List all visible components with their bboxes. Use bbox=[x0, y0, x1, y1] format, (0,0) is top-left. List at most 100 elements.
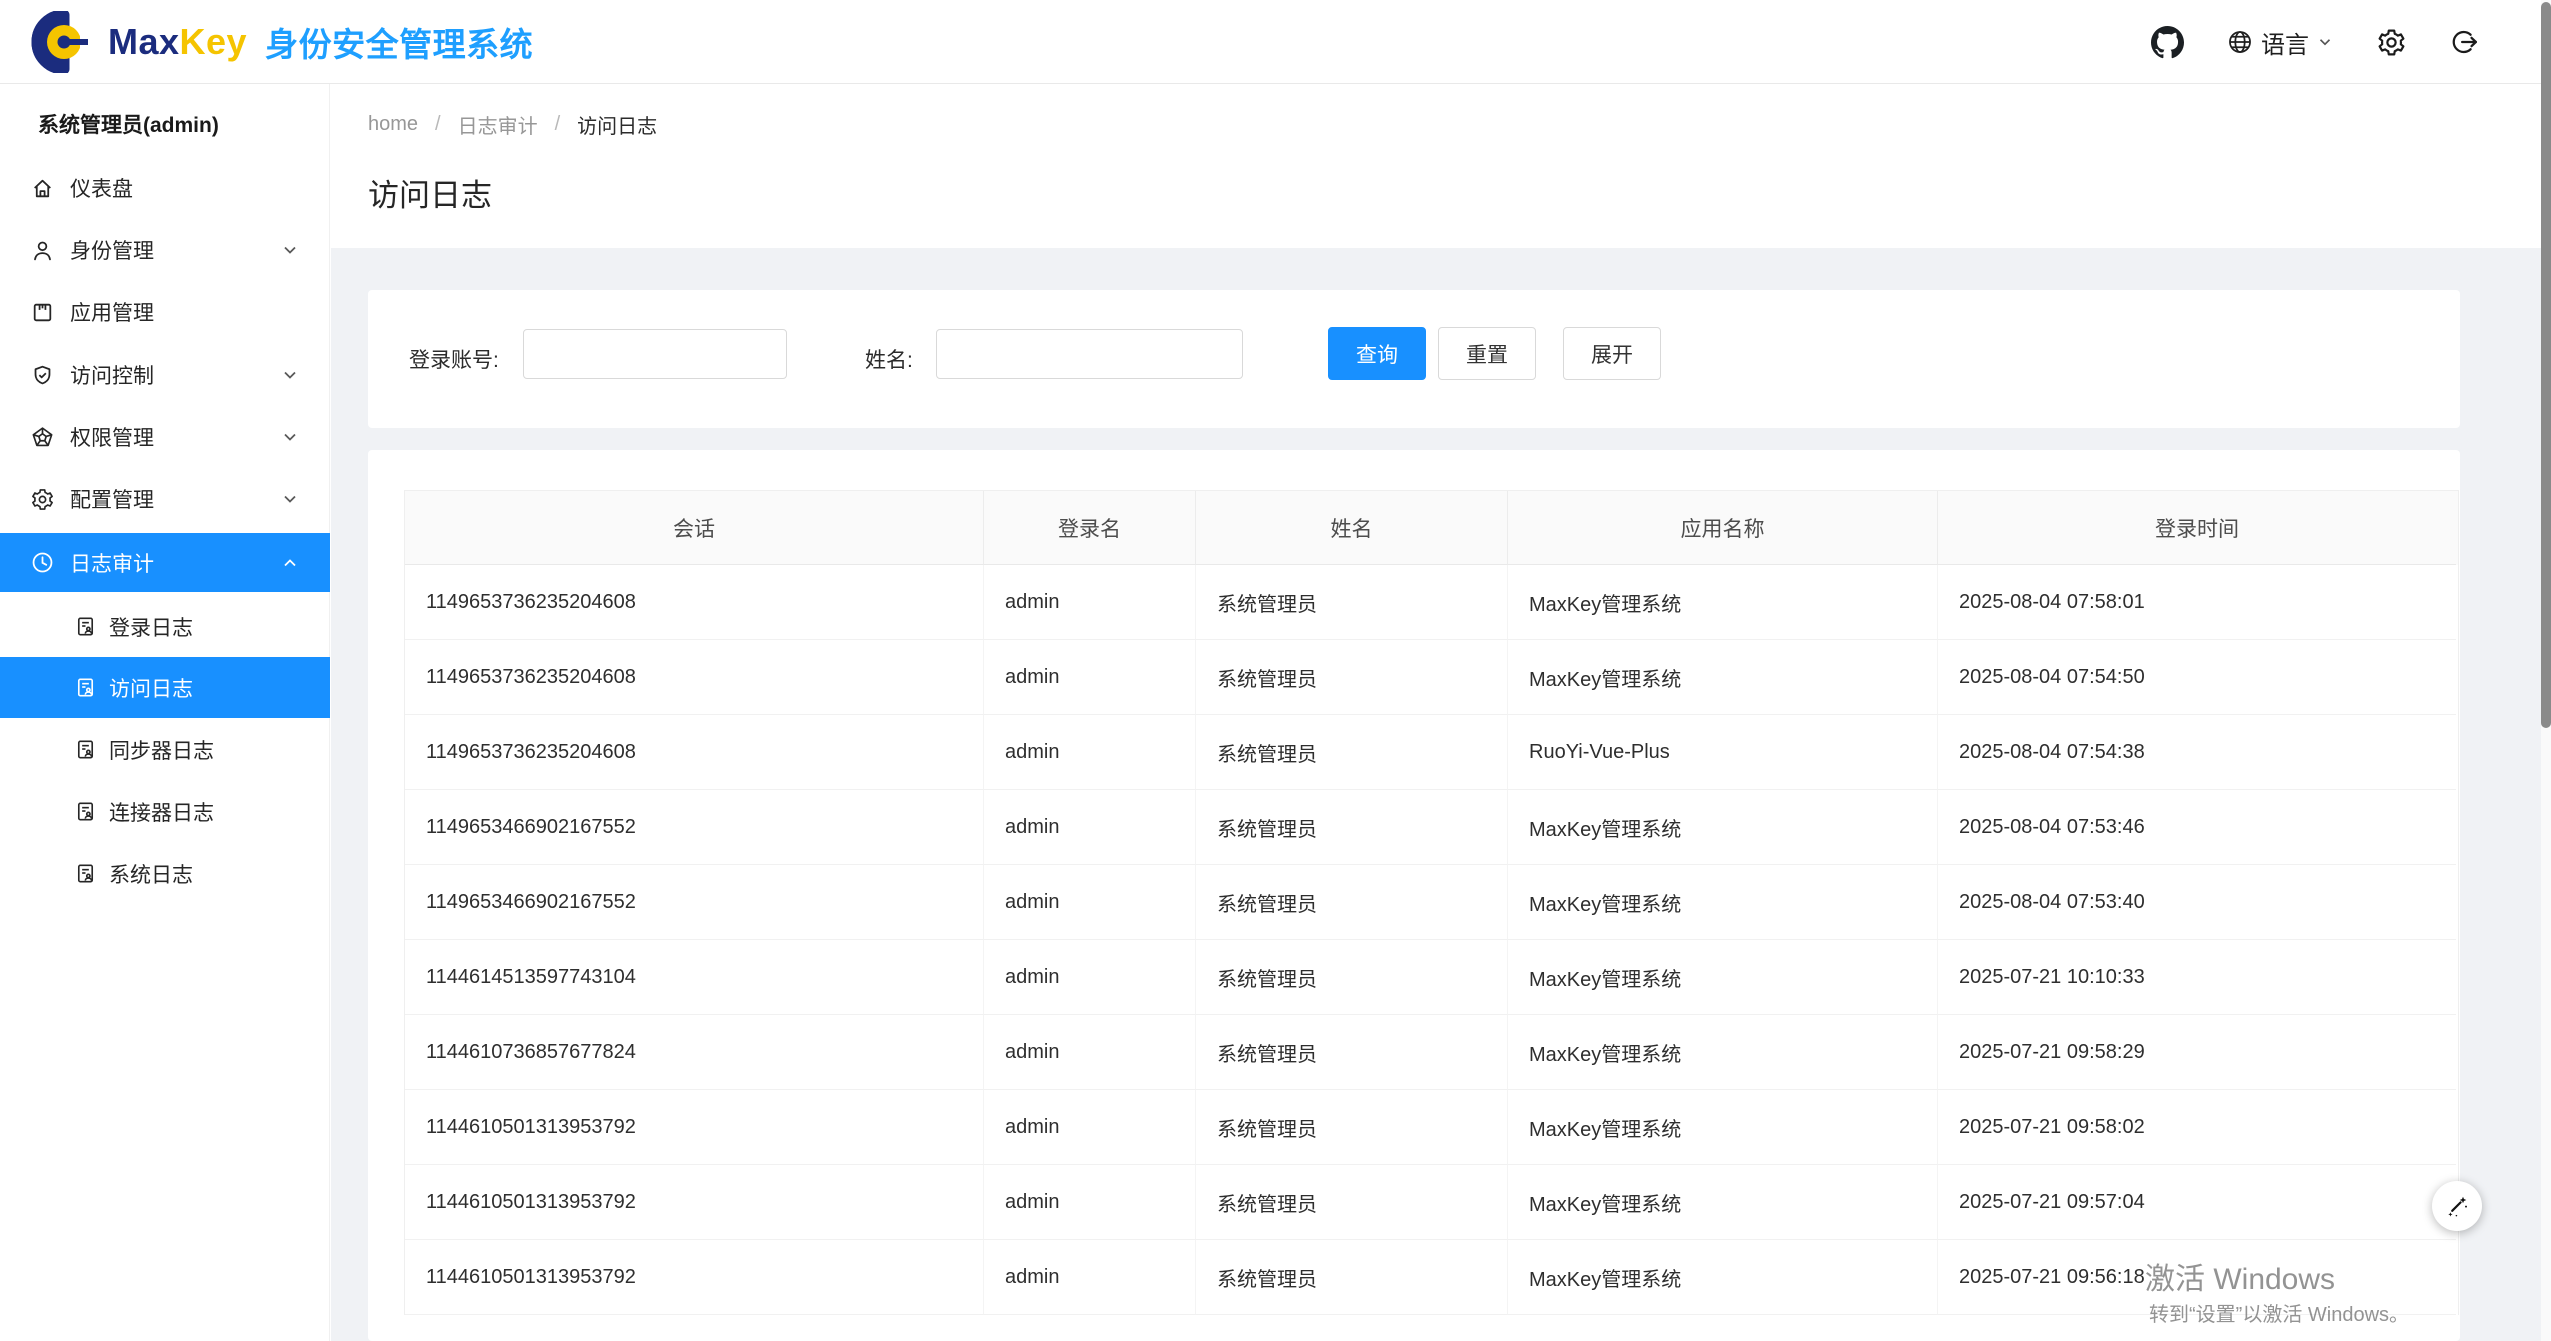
cell-session: 1144610501313953792 bbox=[405, 1240, 984, 1315]
cell-login-name: admin bbox=[984, 1240, 1196, 1315]
sidebar-item-label: 日志审计 bbox=[70, 552, 154, 576]
maxkey-logo-icon bbox=[28, 11, 100, 73]
chevron-up-icon bbox=[284, 558, 296, 566]
sidebar-item-permissions[interactable]: 权限管理 bbox=[0, 406, 330, 468]
expand-button[interactable]: 展开 bbox=[1563, 327, 1661, 380]
globe-icon bbox=[2229, 31, 2251, 53]
sidebar-item-label: 配置管理 bbox=[70, 489, 154, 512]
cell-session: 1149653736235204608 bbox=[405, 715, 984, 790]
table-row: 1144610501313953792 admin 系统管理员 MaxKey管理… bbox=[405, 1240, 2458, 1315]
sidebar-subitem-connector-log[interactable]: 连接器日志 bbox=[0, 781, 330, 842]
sidebar-item-applications[interactable]: 应用管理 bbox=[0, 281, 330, 343]
settings-gear-icon[interactable] bbox=[2376, 27, 2407, 58]
table-row: 1149653736235204608 admin 系统管理员 MaxKey管理… bbox=[405, 565, 2458, 640]
chevron-down-icon bbox=[284, 246, 296, 254]
cell-session: 1149653736235204608 bbox=[405, 640, 984, 715]
cell-app-name: MaxKey管理系统 bbox=[1508, 1015, 1938, 1090]
cell-app-name: MaxKey管理系统 bbox=[1508, 865, 1938, 940]
search-filter-card: 登录账号: 姓名: 查询 重置 展开 bbox=[368, 290, 2460, 428]
table-row: 1149653736235204608 admin 系统管理员 RuoYi-Vu… bbox=[405, 715, 2458, 790]
cell-session: 1149653466902167552 bbox=[405, 865, 984, 940]
breadcrumb: home / 日志审计 / 访问日志 bbox=[368, 110, 657, 139]
table-row: 1144610501313953792 admin 系统管理员 MaxKey管理… bbox=[405, 1165, 2458, 1240]
sidebar-item-label: 访问控制 bbox=[70, 365, 154, 388]
name-input[interactable] bbox=[936, 329, 1243, 379]
cell-name: 系统管理员 bbox=[1196, 1015, 1508, 1090]
cell-login-time: 2025-07-21 10:10:33 bbox=[1938, 940, 2456, 1015]
magic-pen-icon bbox=[2448, 1196, 2467, 1217]
reset-button[interactable]: 重置 bbox=[1438, 327, 1536, 380]
cell-login-name: admin bbox=[984, 565, 1196, 640]
cell-login-name: admin bbox=[984, 940, 1196, 1015]
sidebar-subitem-login-log[interactable]: 登录日志 bbox=[0, 596, 330, 657]
user-icon bbox=[34, 241, 51, 260]
sidebar-item-access-control[interactable]: 访问控制 bbox=[0, 344, 330, 406]
cell-login-name: admin bbox=[984, 640, 1196, 715]
breadcrumb-separator: / bbox=[435, 113, 441, 135]
col-header-session: 会话 bbox=[405, 491, 984, 565]
cell-login-name: admin bbox=[984, 1090, 1196, 1165]
sidebar-item-identity[interactable]: 身份管理 bbox=[0, 219, 330, 281]
table-header-row: 会话 登录名 姓名 应用名称 登录时间 bbox=[405, 491, 2458, 565]
logout-icon[interactable] bbox=[2449, 27, 2479, 57]
sidebar-item-label: 身份管理 bbox=[70, 240, 154, 263]
cell-login-name: admin bbox=[984, 715, 1196, 790]
cell-app-name: MaxKey管理系统 bbox=[1508, 1240, 1938, 1315]
table-body: 1149653736235204608 admin 系统管理员 MaxKey管理… bbox=[405, 565, 2458, 1315]
cell-name: 系统管理员 bbox=[1196, 1090, 1508, 1165]
pen-tool-button[interactable] bbox=[2432, 1181, 2482, 1231]
pentagon-web-icon bbox=[32, 426, 53, 446]
cell-name: 系统管理员 bbox=[1196, 640, 1508, 715]
cell-login-time: 2025-08-04 07:54:38 bbox=[1938, 715, 2456, 790]
query-button[interactable]: 查询 bbox=[1328, 327, 1426, 380]
cell-name: 系统管理员 bbox=[1196, 790, 1508, 865]
cell-session: 1144610736857677824 bbox=[405, 1015, 984, 1090]
sidebar-item-log-audit[interactable]: 日志审计 bbox=[0, 533, 330, 592]
sidebar-subitem-sync-log[interactable]: 同步器日志 bbox=[0, 719, 330, 780]
sidebar-item-label: 权限管理 bbox=[70, 427, 154, 450]
table-row: 1149653736235204608 admin 系统管理员 MaxKey管理… bbox=[405, 640, 2458, 715]
cell-session: 1144610501313953792 bbox=[405, 1090, 984, 1165]
login-account-input[interactable] bbox=[523, 329, 787, 379]
sidebar-subitem-access-log[interactable]: 访问日志 bbox=[0, 657, 330, 718]
home-icon bbox=[34, 179, 51, 197]
brand-subtitle: 身份安全管理系统 bbox=[265, 26, 534, 63]
sidebar-item-configuration[interactable]: 配置管理 bbox=[0, 468, 330, 530]
log-document-icon bbox=[77, 678, 94, 697]
cell-login-time: 2025-07-21 09:58:29 bbox=[1938, 1015, 2456, 1090]
cell-login-name: admin bbox=[984, 865, 1196, 940]
breadcrumb-home-link[interactable]: home bbox=[368, 113, 418, 136]
sidebar-item-dashboard[interactable]: 仪表盘 bbox=[0, 157, 330, 219]
cell-app-name: MaxKey管理系统 bbox=[1508, 940, 1938, 1015]
github-icon[interactable] bbox=[2151, 25, 2184, 59]
page-title: 访问日志 bbox=[368, 178, 492, 213]
cell-name: 系统管理员 bbox=[1196, 1165, 1508, 1240]
chevron-down-icon bbox=[284, 495, 296, 503]
log-document-icon bbox=[77, 740, 94, 759]
col-header-login-name: 登录名 bbox=[984, 491, 1196, 565]
top-header-bar: Max Key 身份安全管理系统 语言 bbox=[0, 0, 2551, 84]
breadcrumb-section-link[interactable]: 日志审计 bbox=[458, 110, 538, 139]
sidebar-subitem-system-log[interactable]: 系统日志 bbox=[0, 843, 330, 904]
cell-name: 系统管理员 bbox=[1196, 565, 1508, 640]
access-log-card: 会话 登录名 姓名 应用名称 登录时间 1149653736235204608 … bbox=[368, 450, 2460, 1341]
sidebar-subitem-label: 登录日志 bbox=[109, 616, 193, 640]
maxkey-admin-window: Max Key 身份安全管理系统 语言 系统管理员(admin) 仪表盘 身份管… bbox=[0, 0, 2551, 1341]
page-scrollbar bbox=[2541, 0, 2551, 1341]
cell-login-time: 2025-07-21 09:57:04 bbox=[1938, 1165, 2456, 1240]
cell-app-name: MaxKey管理系统 bbox=[1508, 1165, 1938, 1240]
shield-check-icon bbox=[34, 365, 51, 384]
sidebar-subitem-label: 系统日志 bbox=[109, 863, 193, 887]
name-label: 姓名: bbox=[865, 349, 913, 372]
chevron-down-icon bbox=[284, 433, 296, 441]
sidebar-user-label: 系统管理员(admin) bbox=[38, 114, 219, 137]
language-label: 语言 bbox=[2261, 31, 2309, 59]
table-row: 1144610501313953792 admin 系统管理员 MaxKey管理… bbox=[405, 1090, 2458, 1165]
table-row: 1144614513597743104 admin 系统管理员 MaxKey管理… bbox=[405, 940, 2458, 1015]
cell-session: 1144614513597743104 bbox=[405, 940, 984, 1015]
breadcrumb-current: 访问日志 bbox=[577, 116, 658, 138]
scrollbar-thumb[interactable] bbox=[2541, 2, 2551, 728]
gear-icon bbox=[32, 488, 53, 510]
language-switcher[interactable]: 语言 bbox=[2226, 25, 2334, 60]
brand-title: Max Key 身份安全管理系统 bbox=[108, 0, 533, 84]
